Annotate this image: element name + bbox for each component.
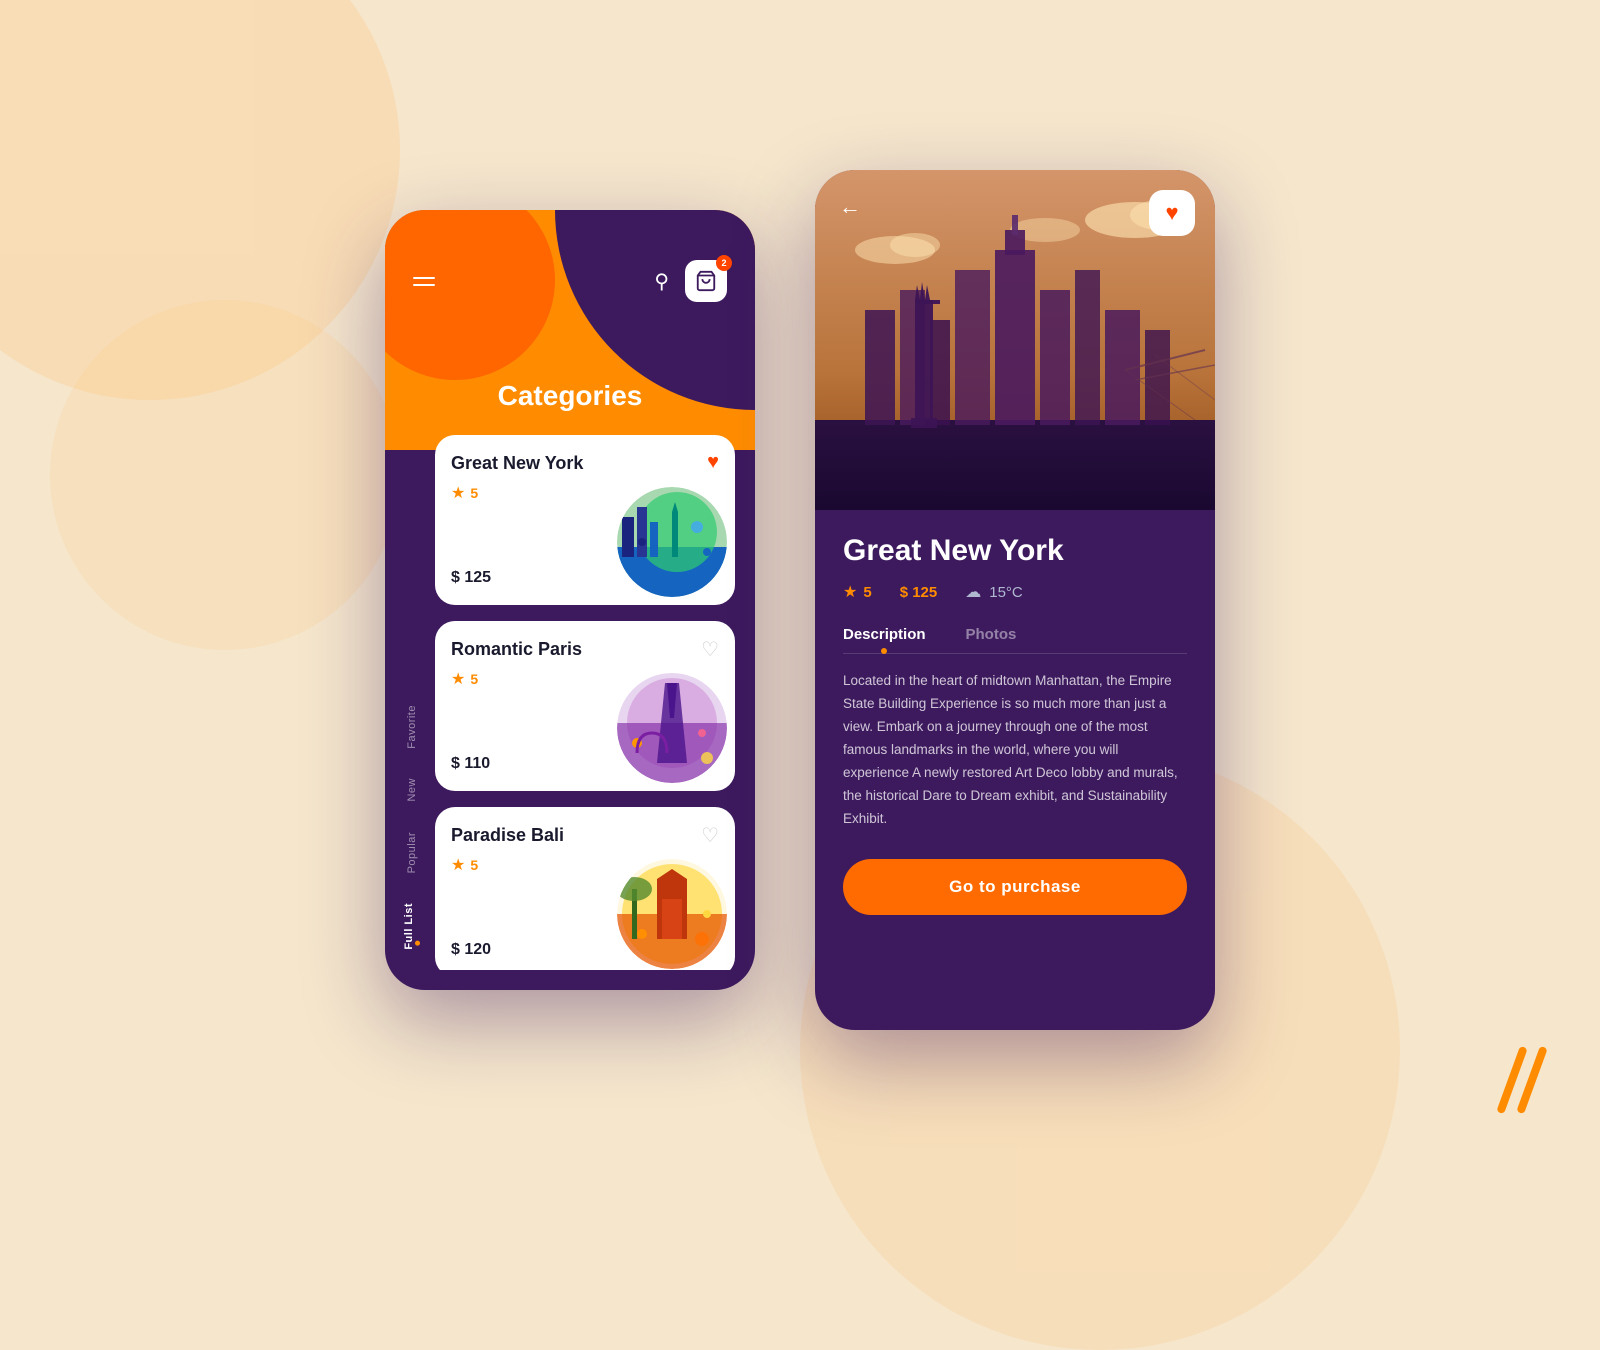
card-paris-title: Romantic Paris xyxy=(451,639,601,661)
card-bali-rating: 5 xyxy=(470,857,478,873)
meta-price: $ 125 xyxy=(900,584,938,601)
meta-star-icon: ★ xyxy=(843,582,857,602)
bali-illustration-svg xyxy=(617,859,727,969)
sidebar-item-fulllist[interactable]: Full List xyxy=(403,903,420,950)
card-ny-heart[interactable]: ♥ xyxy=(707,451,719,474)
detail-meta: ★ 5 $ 125 ☁ 15°C xyxy=(843,582,1187,602)
detail-title: Great New York xyxy=(843,534,1187,568)
card-ny[interactable]: Great New York ★ 5 $ 125 ♥ xyxy=(435,435,735,605)
ny-illustration-svg xyxy=(617,487,727,597)
header-background xyxy=(385,210,755,450)
purchase-button[interactable]: Go to purchase xyxy=(843,859,1187,915)
card-bali[interactable]: Paradise Bali ★ 5 $ 120 ♡ xyxy=(435,807,735,970)
bg-decoration-3 xyxy=(50,300,400,650)
search-icon[interactable]: ⚲ xyxy=(654,269,669,294)
paris-illustration-svg xyxy=(617,673,727,783)
cart-badge: 2 xyxy=(716,255,732,271)
sidebar-item-popular[interactable]: Popular xyxy=(406,832,418,873)
card-paris[interactable]: Romantic Paris ★ 5 $ 110 ♡ xyxy=(435,621,735,791)
cloud-icon: ☁ xyxy=(965,582,981,602)
slash-decoration xyxy=(1504,1045,1540,1120)
card-bali-heart[interactable]: ♡ xyxy=(701,823,719,848)
meta-rating-value: 5 xyxy=(863,584,871,601)
detail-heart-button[interactable]: ♥ xyxy=(1149,190,1195,236)
menu-line-2 xyxy=(413,284,435,286)
cart-icon xyxy=(695,270,717,292)
card-ny-image xyxy=(617,487,727,597)
left-topbar: ⚲ 2 xyxy=(385,260,755,302)
detail-content: Great New York ★ 5 $ 125 ☁ 15°C Descript… xyxy=(815,510,1215,939)
tab-photos[interactable]: Photos xyxy=(966,626,1017,653)
topbar-right: ⚲ 2 xyxy=(654,260,727,302)
card-bali-image xyxy=(617,859,727,969)
detail-tabs: Description Photos xyxy=(843,626,1187,654)
star-icon-bali: ★ xyxy=(451,855,465,875)
right-phone: ← ♥ Great New York ★ 5 $ 125 ☁ 15°C xyxy=(815,170,1215,1030)
card-paris-rating: 5 xyxy=(470,671,478,687)
sidebar-item-favorite[interactable]: Favorite xyxy=(406,705,418,749)
detail-description: Located in the heart of midtown Manhatta… xyxy=(843,670,1187,831)
menu-line-1 xyxy=(413,277,435,279)
card-ny-rating: 5 xyxy=(470,485,478,501)
tab-description[interactable]: Description xyxy=(843,626,926,653)
meta-price-value: $ 125 xyxy=(900,584,938,601)
sidebar-item-new[interactable]: New xyxy=(406,778,418,802)
side-nav: Favorite New Popular Full List xyxy=(403,490,420,950)
meta-temperature: ☁ 15°C xyxy=(965,582,1023,602)
active-dot xyxy=(415,941,420,946)
star-icon-paris: ★ xyxy=(451,669,465,689)
heart-icon-filled: ♥ xyxy=(1165,200,1178,226)
card-paris-image xyxy=(617,673,727,783)
card-bali-title: Paradise Bali xyxy=(451,825,601,847)
card-paris-heart[interactable]: ♡ xyxy=(701,637,719,662)
back-button[interactable]: ← xyxy=(839,194,861,220)
star-icon: ★ xyxy=(451,483,465,503)
phones-container: ⚲ 2 Categories Favorite New Popular Full… xyxy=(385,170,1215,1030)
left-phone: ⚲ 2 Categories Favorite New Popular Full… xyxy=(385,210,755,990)
menu-icon[interactable] xyxy=(413,277,435,286)
cart-button[interactable]: 2 xyxy=(685,260,727,302)
cards-area: Great New York ★ 5 $ 125 ♥ xyxy=(435,435,740,970)
detail-hero: ← ♥ xyxy=(815,170,1215,510)
categories-title: Categories xyxy=(385,380,755,412)
meta-rating: ★ 5 xyxy=(843,582,872,602)
meta-temp-value: 15°C xyxy=(989,584,1023,601)
card-ny-title: Great New York xyxy=(451,453,601,475)
